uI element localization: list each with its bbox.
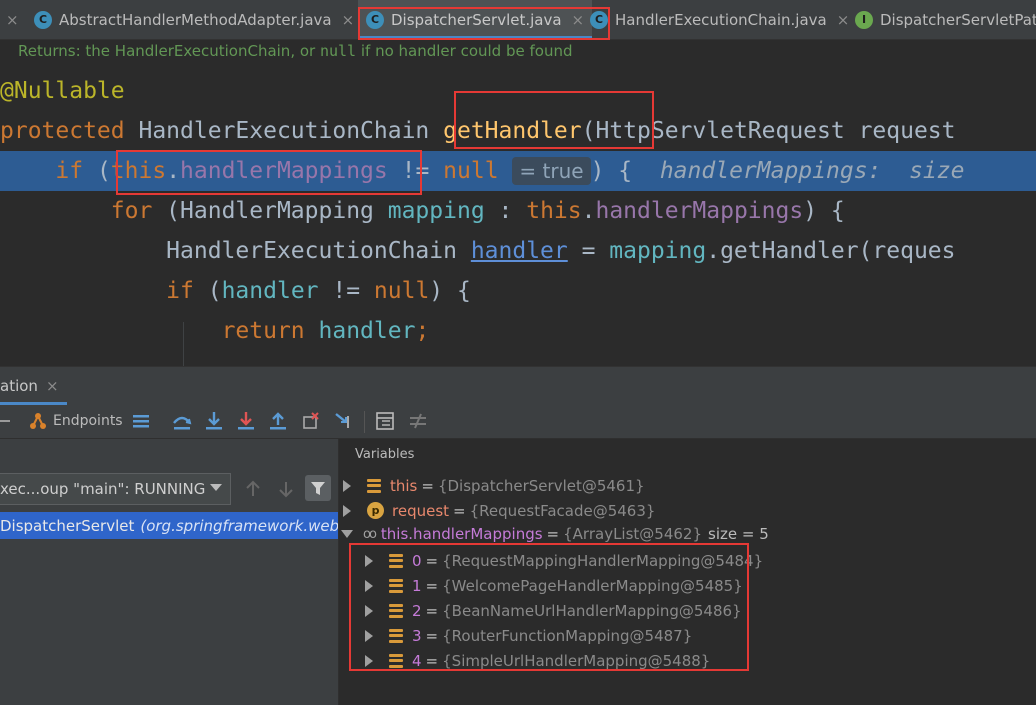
tab-label: HandlerExecutionChain.java bbox=[615, 10, 827, 29]
step-into-icon[interactable] bbox=[203, 410, 225, 432]
code-editor[interactable]: Returns: the HandlerExecutionChain, or n… bbox=[0, 40, 1036, 366]
expand-icon[interactable] bbox=[365, 654, 373, 667]
evaluate-expression-icon[interactable] bbox=[374, 410, 396, 432]
field-icon bbox=[389, 578, 403, 593]
filter-icon[interactable] bbox=[305, 475, 331, 501]
variables-header: Variables bbox=[355, 447, 415, 462]
close-icon[interactable]: × bbox=[572, 11, 585, 29]
interface-icon: I bbox=[855, 10, 873, 29]
expand-icon[interactable] bbox=[365, 579, 373, 592]
collapse-icon[interactable] bbox=[341, 530, 353, 538]
parameter-icon: p bbox=[367, 502, 384, 519]
thread-selector[interactable]: xec...oup "main": RUNNING bbox=[0, 473, 231, 505]
expand-icon[interactable] bbox=[343, 504, 351, 517]
field-icon bbox=[389, 653, 403, 668]
variable-row-handler-mappings[interactable]: oo this.handlerMappings = {ArrayList@5462}… bbox=[341, 523, 769, 545]
variable-row-request[interactable]: p request = {RequestFacade@5463} bbox=[343, 498, 655, 523]
variables-panel: Variables this = {DispatcherServlet@5461} … bbox=[339, 439, 1036, 705]
list-item[interactable]: 0 = {RequestMappingHandlerMapping@5484} bbox=[365, 548, 763, 573]
tab-abstract-handler-method-adapter[interactable]: C AbstractHandlerMethodAdapter.java × bbox=[34, 0, 354, 39]
expand-icon[interactable] bbox=[365, 629, 373, 642]
tab-dispatcher-servlet-path[interactable]: I DispatcherServletPath bbox=[855, 0, 1036, 39]
field-icon bbox=[367, 478, 381, 493]
code-line-annotation: @Nullable bbox=[0, 78, 125, 104]
class-icon: C bbox=[366, 10, 384, 29]
endpoints-button[interactable]: Endpoints bbox=[28, 410, 123, 432]
step-over-icon[interactable] bbox=[171, 410, 193, 432]
expand-icon[interactable] bbox=[365, 554, 373, 567]
field-icon bbox=[389, 553, 403, 568]
debug-tool-window-header: ation × bbox=[0, 366, 1036, 406]
tab-dispatcher-servlet[interactable]: C DispatcherServlet.java × bbox=[358, 0, 593, 39]
run-to-cursor-icon[interactable] bbox=[333, 410, 355, 432]
list-item[interactable]: 4 = {SimpleUrlHandlerMapping@5488} bbox=[365, 648, 710, 673]
indent-guide bbox=[183, 322, 184, 366]
show-frames-icon[interactable] bbox=[130, 410, 152, 432]
inline-debug-value: handlerMappings: size bbox=[659, 158, 965, 184]
arrow-down-icon[interactable] bbox=[276, 479, 296, 499]
expand-icon[interactable] bbox=[343, 479, 351, 492]
class-icon: C bbox=[590, 10, 608, 29]
close-icon[interactable]: × bbox=[342, 11, 355, 29]
expand-icon[interactable] bbox=[365, 604, 373, 617]
editor-tab-bar: × C AbstractHandlerMethodAdapter.java × … bbox=[0, 0, 1036, 40]
code-line-method-signature: protected HandlerExecutionChain getHandl… bbox=[0, 118, 956, 144]
tab-label: DispatcherServlet.java bbox=[391, 10, 562, 29]
list-item[interactable]: 3 = {RouterFunctionMapping@5487} bbox=[365, 623, 692, 648]
force-step-into-icon[interactable] bbox=[235, 410, 257, 432]
field-icon bbox=[389, 628, 403, 643]
arrow-up-icon[interactable] bbox=[243, 479, 263, 499]
tab-label: DispatcherServletPath bbox=[880, 10, 1036, 29]
debug-session-tab[interactable]: ation × bbox=[0, 367, 67, 405]
code-line-return: return handler; bbox=[221, 318, 430, 344]
field-icon bbox=[389, 603, 403, 618]
close-icon[interactable]: × bbox=[837, 11, 850, 29]
class-icon: C bbox=[34, 10, 52, 29]
trace-icon[interactable] bbox=[407, 410, 429, 432]
code-line-if-current: if (this.handlerMappings != null = true)… bbox=[0, 151, 1036, 191]
javadoc-return-line: Returns: the HandlerExecutionChain, or n… bbox=[18, 42, 573, 60]
tab-handler-execution-chain[interactable]: C HandlerExecutionChain.java × bbox=[590, 0, 849, 39]
step-out-icon[interactable] bbox=[267, 410, 289, 432]
watch-icon: oo bbox=[363, 526, 377, 542]
drop-frame-icon[interactable] bbox=[300, 410, 322, 432]
variable-row-this[interactable]: this = {DispatcherServlet@5461} bbox=[343, 473, 645, 498]
more-icon[interactable] bbox=[0, 410, 16, 432]
endpoints-icon bbox=[30, 413, 46, 429]
code-line-if-handler: if (handler != null) { bbox=[166, 278, 471, 304]
code-line-handler-assign: HandlerExecutionChain handler = mapping.… bbox=[166, 238, 956, 264]
tab-close-prev[interactable]: × bbox=[0, 0, 19, 39]
debug-toolbar: Endpoints bbox=[0, 405, 1036, 439]
frames-panel: xec...oup "main": RUNNING DispatcherServ… bbox=[0, 439, 339, 705]
inline-value-hint: = true bbox=[512, 157, 591, 185]
list-item[interactable]: 2 = {BeanNameUrlHandlerMapping@5486} bbox=[365, 598, 742, 623]
list-item[interactable]: 1 = {WelcomePageHandlerMapping@5485} bbox=[365, 573, 743, 598]
chevron-down-icon bbox=[210, 484, 222, 491]
code-line-for: for (HandlerMapping mapping : this.handl… bbox=[110, 198, 845, 224]
toolbar-separator bbox=[364, 411, 365, 433]
close-icon[interactable]: × bbox=[46, 377, 59, 395]
tab-label: AbstractHandlerMethodAdapter.java bbox=[59, 10, 332, 29]
stack-frame-selected[interactable]: DispatcherServlet (org.springframework.we… bbox=[0, 512, 338, 539]
